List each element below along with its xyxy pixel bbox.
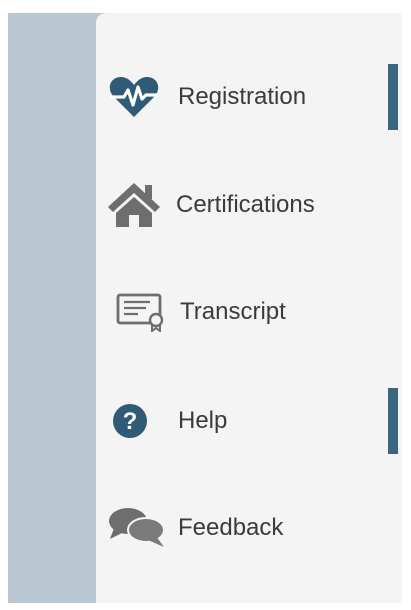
heart-pulse-icon xyxy=(108,75,160,119)
nav-item-label-help: Help xyxy=(178,407,228,434)
nav-item-label-registration: Registration xyxy=(178,83,307,110)
home-icon xyxy=(106,181,162,229)
page-edge-right xyxy=(402,0,411,610)
question-circle-icon: ? xyxy=(112,403,148,439)
page-edge-left xyxy=(0,0,8,610)
svg-text:?: ? xyxy=(123,408,138,435)
nav-item-feedback[interactable]: Feedback xyxy=(96,493,402,563)
comments-icon xyxy=(108,506,166,550)
nav-item-help[interactable]: ? Help xyxy=(96,386,402,456)
certificate-icon xyxy=(116,292,172,332)
nav-item-transcript[interactable]: Transcript xyxy=(96,277,402,347)
nav-item-label-certifications: Certifications xyxy=(176,191,315,218)
nav-item-label-transcript: Transcript xyxy=(180,298,286,325)
nav-item-label-feedback: Feedback xyxy=(178,514,284,541)
nav-item-certifications[interactable]: Certifications xyxy=(96,170,402,240)
active-indicator-registration xyxy=(388,64,398,130)
nav-item-registration[interactable]: Registration xyxy=(96,62,402,132)
active-indicator-help xyxy=(388,388,398,454)
